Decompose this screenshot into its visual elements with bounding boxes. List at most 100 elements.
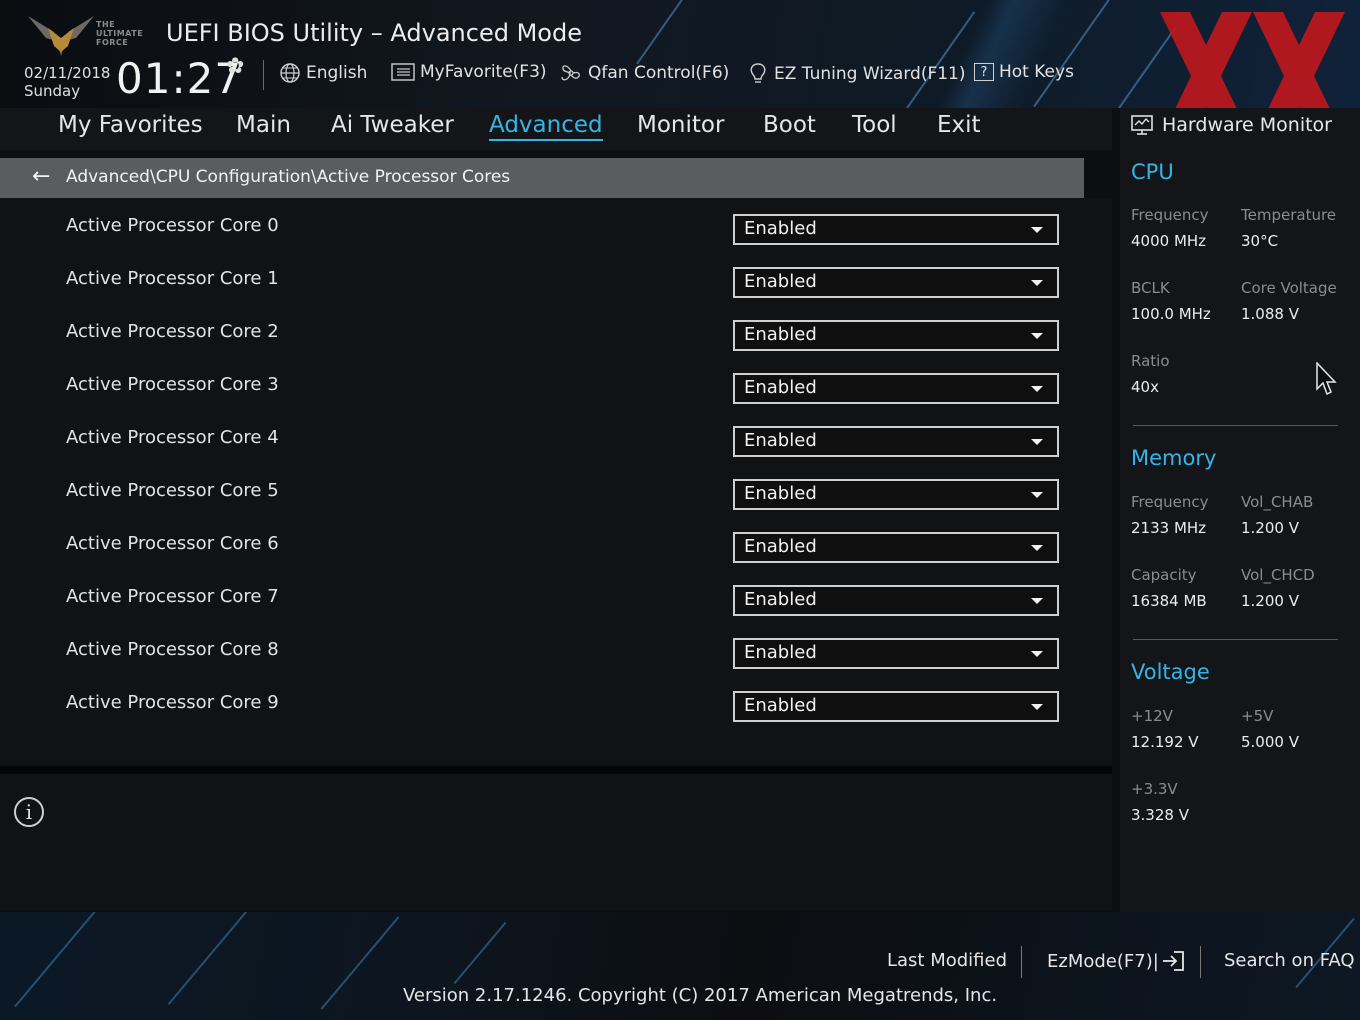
tab-ai-tweaker[interactable]: Ai Tweaker: [331, 112, 454, 138]
my-favorite-button[interactable]: MyFavorite(F3): [391, 62, 547, 82]
dropdown-value: Enabled: [744, 218, 817, 239]
ez-tuning-wizard-button[interactable]: EZ Tuning Wizard(F11): [747, 62, 966, 86]
cpu-frequency-value: 4000 MHz: [1131, 232, 1207, 250]
setting-dropdown[interactable]: Enabled: [733, 267, 1059, 298]
caret-down-icon: [1031, 227, 1043, 233]
hardware-monitor-panel: Hardware Monitor CPU Frequency Temperatu…: [1120, 108, 1360, 912]
setting-row[interactable]: Active Processor Core 4 Enabled: [0, 410, 1084, 463]
setting-dropdown[interactable]: Enabled: [733, 532, 1059, 563]
setting-row[interactable]: Active Processor Core 6 Enabled: [0, 516, 1084, 569]
lightbulb-icon: [750, 63, 766, 83]
dropdown-value: Enabled: [744, 536, 817, 557]
tab-tool[interactable]: Tool: [852, 112, 897, 138]
decor-streak: [14, 912, 106, 1008]
exit-arrow-icon: [1162, 951, 1184, 971]
settings-panel: Active Processor Core 0 Enabled Active P…: [0, 198, 1112, 764]
setting-dropdown[interactable]: Enabled: [733, 373, 1059, 404]
setting-row[interactable]: Active Processor Core 8 Enabled: [0, 622, 1084, 675]
ezmode-button[interactable]: EzMode(F7)|: [1047, 950, 1187, 972]
section-divider: [1133, 425, 1338, 426]
qfan-control-button[interactable]: Qfan Control(F6): [559, 62, 729, 84]
last-modified-button[interactable]: Last Modified: [887, 950, 1007, 971]
dropdown-value: Enabled: [744, 642, 817, 663]
bclk-label: BCLK: [1131, 279, 1170, 297]
setting-label: Active Processor Core 9: [66, 692, 279, 713]
hardware-monitor-title: Hardware Monitor: [1130, 114, 1332, 136]
setting-dropdown[interactable]: Enabled: [733, 320, 1059, 351]
tab-boot[interactable]: Boot: [763, 112, 816, 138]
my-favorite-label: MyFavorite(F3): [420, 62, 547, 82]
setting-label: Active Processor Core 8: [66, 639, 279, 660]
memory-frequency-value: 2133 MHz: [1131, 519, 1207, 537]
setting-row[interactable]: Active Processor Core 2 Enabled: [0, 304, 1084, 357]
section-divider: [1133, 639, 1338, 640]
tab-main[interactable]: Main: [236, 112, 291, 138]
tab-my-favorites[interactable]: My Favorites: [58, 112, 203, 138]
core-voltage-value: 1.088 V: [1241, 305, 1299, 323]
setting-label: Active Processor Core 6: [66, 533, 279, 554]
back-arrow-icon[interactable]: ←: [32, 164, 50, 189]
window-title: UEFI BIOS Utility – Advanced Mode: [166, 19, 582, 47]
main-tabs: My Favorites Main Ai Tweaker Advanced Mo…: [0, 108, 1112, 150]
setting-dropdown[interactable]: Enabled: [733, 479, 1059, 510]
help-icon: ?: [974, 63, 994, 81]
caret-down-icon: [1031, 545, 1043, 551]
caret-down-icon: [1031, 439, 1043, 445]
breadcrumb-path: Advanced\CPU Configuration\Active Proces…: [66, 167, 511, 187]
setting-dropdown[interactable]: Enabled: [733, 638, 1059, 669]
decor-streak: [904, 11, 976, 108]
dropdown-value: Enabled: [744, 377, 817, 398]
decor-streak: [636, 0, 684, 65]
search-faq-button[interactable]: Search on FAQ: [1224, 950, 1355, 971]
hot-keys-button[interactable]: ? Hot Keys: [974, 62, 1074, 82]
globe-icon: [280, 63, 300, 83]
core-voltage-label: Core Voltage: [1241, 279, 1337, 297]
version-text: Version 2.17.1246. Copyright (C) 2017 Am…: [403, 985, 998, 1006]
voltage-heading: Voltage: [1131, 660, 1210, 684]
dropdown-value: Enabled: [744, 430, 817, 451]
tuf-logo-icon: [28, 16, 94, 56]
setting-dropdown[interactable]: Enabled: [733, 426, 1059, 457]
tab-advanced[interactable]: Advanced: [489, 112, 603, 141]
divider: [1021, 946, 1022, 978]
fan-icon: [561, 65, 580, 81]
setting-row[interactable]: Active Processor Core 0 Enabled: [0, 198, 1084, 251]
setting-row[interactable]: Active Processor Core 3 Enabled: [0, 357, 1084, 410]
setting-dropdown[interactable]: Enabled: [733, 585, 1059, 616]
dropdown-value: Enabled: [744, 271, 817, 292]
setting-row[interactable]: Active Processor Core 5 Enabled: [0, 463, 1084, 516]
gear-icon[interactable]: ✿: [226, 54, 244, 79]
vol-chab-label: Vol_CHAB: [1241, 493, 1314, 511]
clock: 01:27: [116, 54, 243, 103]
setting-label: Active Processor Core 2: [66, 321, 279, 342]
tuf-logo: THE ULTIMATE FORCE: [26, 8, 150, 58]
cpu-temperature-label: Temperature: [1241, 206, 1337, 224]
ezmode-label: EzMode(F7)|: [1047, 950, 1159, 972]
setting-row[interactable]: Active Processor Core 9 Enabled: [0, 675, 1084, 728]
logo-text: THE ULTIMATE FORCE: [96, 20, 144, 47]
watermark-logo: [1160, 12, 1345, 108]
decor-streak: [167, 912, 273, 1005]
divider: [263, 60, 264, 90]
caret-down-icon: [1031, 386, 1043, 392]
mouse-cursor-icon: [1316, 362, 1337, 396]
tab-exit[interactable]: Exit: [937, 112, 981, 138]
bclk-value: 100.0 MHz: [1131, 305, 1211, 323]
language-button[interactable]: English: [279, 62, 367, 84]
setting-row[interactable]: Active Processor Core 7 Enabled: [0, 569, 1084, 622]
tab-monitor[interactable]: Monitor: [637, 112, 724, 138]
capacity-value: 16384 MB: [1131, 592, 1207, 610]
date-display: 02/11/2018 Sunday: [24, 64, 110, 100]
caret-down-icon: [1031, 280, 1043, 286]
dropdown-value: Enabled: [744, 324, 817, 345]
v33-value: 3.328 V: [1131, 806, 1189, 824]
setting-label: Active Processor Core 5: [66, 480, 279, 501]
setting-label: Active Processor Core 3: [66, 374, 279, 395]
memory-heading: Memory: [1131, 446, 1217, 470]
breadcrumb: ← Advanced\CPU Configuration\Active Proc…: [0, 158, 1084, 198]
setting-label: Active Processor Core 7: [66, 586, 279, 607]
setting-dropdown[interactable]: Enabled: [733, 691, 1059, 722]
setting-dropdown[interactable]: Enabled: [733, 214, 1059, 245]
cpu-heading: CPU: [1131, 160, 1174, 184]
setting-row[interactable]: Active Processor Core 1 Enabled: [0, 251, 1084, 304]
